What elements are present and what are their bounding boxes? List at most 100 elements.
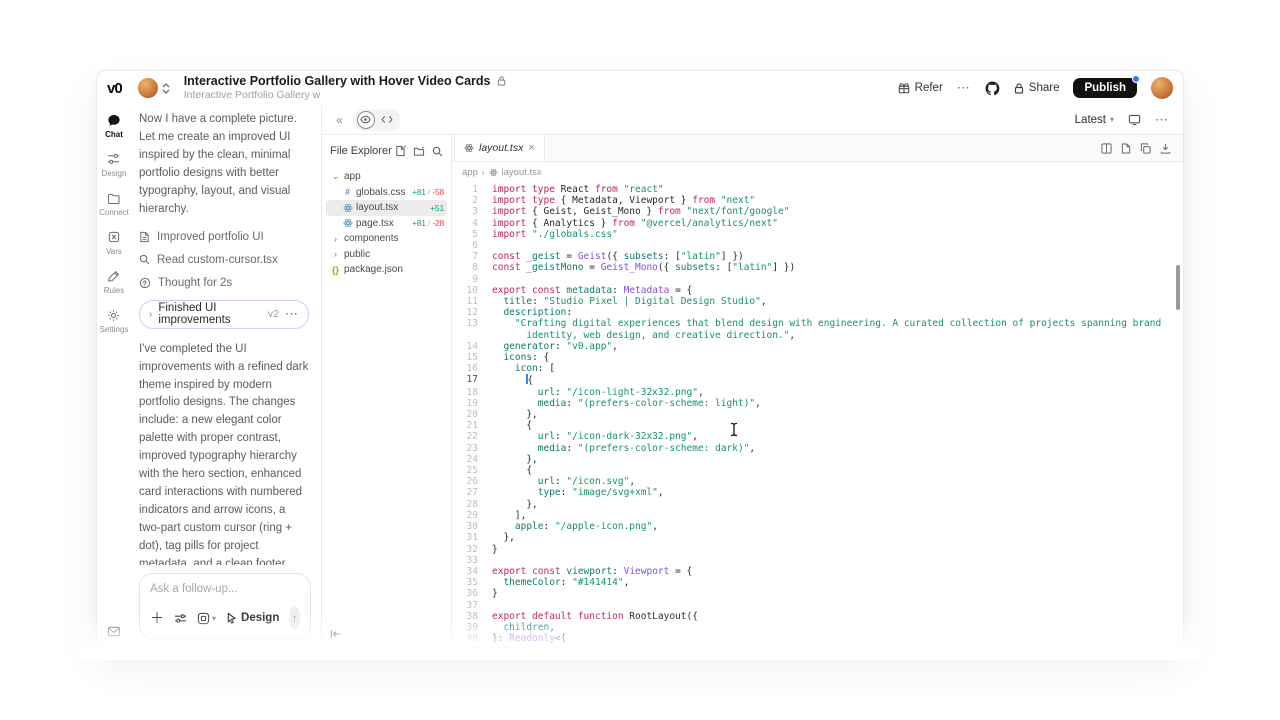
refer-button[interactable]: Refer — [898, 82, 943, 94]
code-line-11[interactable]: 11 title: "Studio Pixel | Digital Design… — [452, 296, 1183, 307]
code-line-31[interactable]: 31 }, — [452, 532, 1183, 543]
download-icon[interactable] — [1160, 143, 1171, 154]
code-line-32[interactable]: 32} — [452, 544, 1183, 555]
code-line-35[interactable]: 35 themeColor: "#141414", — [452, 577, 1183, 588]
version-selector[interactable]: Latest ▾ — [1075, 114, 1114, 126]
share-button[interactable]: Share — [1014, 82, 1060, 94]
chat-action-read-custom-cursor-tsx[interactable]: Read custom-cursor.tsx — [139, 254, 309, 266]
collapse-chat-button[interactable]: « — [336, 113, 343, 127]
chat-action-improved-portfolio-ui[interactable]: Improved portfolio UI — [139, 231, 309, 243]
chat-composer[interactable]: Ask a follow-up... ＋ ▾ — [139, 573, 311, 639]
preview-eye-toggle[interactable] — [357, 111, 375, 129]
send-button[interactable]: ↑ — [289, 606, 300, 630]
code-line-22[interactable]: 22 url: "/icon-dark-32x32.png", — [452, 431, 1183, 442]
rail-item-vars[interactable]: Vars — [99, 230, 129, 256]
code-line-5[interactable]: 5import "./globals.css" — [452, 229, 1183, 240]
code-line-27[interactable]: 27 type: "image/svg+xml", — [452, 487, 1183, 498]
tree-row-layout-tsx[interactable]: layout.tsx+51 — [326, 200, 447, 216]
open-file-icon[interactable] — [1121, 143, 1131, 154]
code-view-toggle[interactable] — [377, 111, 397, 129]
code-line-3[interactable]: 3import { Geist, Geist_Mono } from "next… — [452, 206, 1183, 217]
code-line-16[interactable]: 16 icon: [ — [452, 363, 1183, 374]
rail-item-settings[interactable]: Settings — [99, 308, 129, 334]
breadcrumb-file[interactable]: layout.tsx — [502, 167, 542, 178]
main-more-button[interactable]: ⋯ — [1155, 112, 1169, 128]
code-line-19[interactable]: 19 media: "(prefers-color-scheme: light)… — [452, 398, 1183, 409]
tab-layout-tsx[interactable]: layout.tsx × — [454, 135, 545, 161]
tree-row-app[interactable]: ⌄app — [326, 169, 447, 185]
rail-item-design[interactable]: Design — [99, 152, 129, 178]
publish-button[interactable]: Publish — [1073, 78, 1137, 98]
rail-item-chat[interactable]: Chat — [99, 113, 129, 139]
code-line-38[interactable]: 38export default function RootLayout({ — [452, 611, 1183, 622]
code-line-18[interactable]: 18 url: "/icon-light-32x32.png", — [452, 387, 1183, 398]
code-line-23[interactable]: 23 media: "(prefers-color-scheme: dark)"… — [452, 443, 1183, 454]
pointer-cursor-icon — [226, 612, 237, 624]
code-line-26[interactable]: 26 url: "/icon.svg", — [452, 476, 1183, 487]
code-line-30[interactable]: 30 apple: "/apple-icon.png", — [452, 521, 1183, 532]
search-icon[interactable] — [432, 145, 443, 157]
code-line-20[interactable]: 20 }, — [452, 409, 1183, 420]
header-actions: Refer ⋯ Share Publish — [898, 77, 1173, 99]
code-line-40[interactable]: 40}: Readonly<{ — [452, 633, 1183, 644]
copy-code-icon[interactable] — [1140, 143, 1151, 154]
code-line-37[interactable]: 37 — [452, 600, 1183, 611]
code-line-17[interactable]: 17 { — [452, 374, 1183, 386]
code-line-14[interactable]: 14 generator: "v0.app", — [452, 341, 1183, 352]
collapse-explorer-icon[interactable] — [330, 629, 342, 639]
tree-row-page-tsx[interactable]: page.tsx+81 / -28 — [326, 216, 447, 232]
view-mode-toggle — [353, 109, 401, 131]
tree-row-components[interactable]: ›components — [326, 231, 447, 247]
tree-row-public[interactable]: ›public — [326, 247, 447, 263]
code-line-9[interactable]: 9 — [452, 274, 1183, 285]
device-monitor-icon[interactable] — [1128, 114, 1141, 126]
code-line-28[interactable]: 28 }, — [452, 499, 1183, 510]
project-avatar[interactable] — [138, 78, 158, 98]
code-line-29[interactable]: 29 ], — [452, 510, 1183, 521]
header-more-button[interactable]: ⋯ — [957, 80, 971, 96]
task-pill-more-button[interactable]: ⋯ — [285, 306, 299, 322]
code-line-34[interactable]: 34export const viewport: Viewport = { — [452, 566, 1183, 577]
diff-stats: +81 / -28 — [412, 218, 444, 228]
code-line-12[interactable]: 12 description: — [452, 307, 1183, 318]
tree-row-globals-css[interactable]: #globals.css+81 / -58 — [326, 185, 447, 201]
feedback-mail-icon[interactable] — [108, 626, 121, 637]
github-icon[interactable] — [985, 81, 1000, 96]
composer-input[interactable]: Ask a follow-up... — [150, 583, 300, 595]
code-line-7[interactable]: 7const _geist = Geist({ subsets: ["latin… — [452, 251, 1183, 262]
chat-action-thought-for-2s[interactable]: Thought for 2s — [139, 277, 309, 289]
code-line-8[interactable]: 8const _geistMono = Geist_Mono({ subsets… — [452, 262, 1183, 273]
v0-logo[interactable]: v0 — [107, 80, 122, 97]
code-line-4[interactable]: 4import { Analytics } from "@vercel/anal… — [452, 218, 1183, 229]
attach-plus-icon[interactable]: ＋ — [150, 608, 164, 628]
code-line-13[interactable]: 13 "Crafting digital experiences that bl… — [452, 318, 1183, 340]
tree-row-package-json[interactable]: {}package.json — [326, 262, 447, 278]
editor-scrollbar[interactable] — [1176, 265, 1180, 310]
design-mode-chip[interactable]: Design — [226, 612, 279, 624]
code-line-21[interactable]: 21 { — [452, 420, 1183, 431]
split-view-icon[interactable] — [1101, 143, 1112, 154]
breadcrumb-root[interactable]: app — [462, 167, 478, 178]
new-folder-icon[interactable] — [413, 145, 425, 157]
tab-close-icon[interactable]: × — [528, 142, 534, 154]
model-selector-icon[interactable]: ▾ — [197, 612, 216, 625]
project-switcher-chevrons-icon[interactable] — [162, 83, 170, 94]
code-line-6[interactable]: 6 — [452, 240, 1183, 251]
rail-item-rules[interactable]: Rules — [99, 269, 129, 295]
user-avatar[interactable] — [1151, 77, 1173, 99]
code-line-24[interactable]: 24 }, — [452, 454, 1183, 465]
code-line-25[interactable]: 25 { — [452, 465, 1183, 476]
code-line-10[interactable]: 10export const metadata: Metadata = { — [452, 285, 1183, 296]
chat-scroll-area[interactable]: Now I have a complete picture. Let me cr… — [137, 111, 313, 565]
code-line-15[interactable]: 15 icons: { — [452, 352, 1183, 363]
code-line-1[interactable]: 1import type React from "react" — [452, 184, 1183, 195]
code-line-36[interactable]: 36} — [452, 588, 1183, 599]
new-file-icon[interactable] — [395, 145, 406, 157]
code-line-33[interactable]: 33 — [452, 555, 1183, 566]
code-line-2[interactable]: 2import type { Metadata, Viewport } from… — [452, 195, 1183, 206]
code-line-39[interactable]: 39 children, — [452, 622, 1183, 633]
tune-sliders-icon[interactable] — [174, 613, 187, 624]
task-pill-finished-ui-improvements[interactable]: › Finished UI improvements v2 ⋯ — [139, 300, 309, 329]
code-content[interactable]: 1import type React from "react"2import t… — [452, 182, 1183, 647]
rail-item-connect[interactable]: Connect — [99, 191, 129, 217]
